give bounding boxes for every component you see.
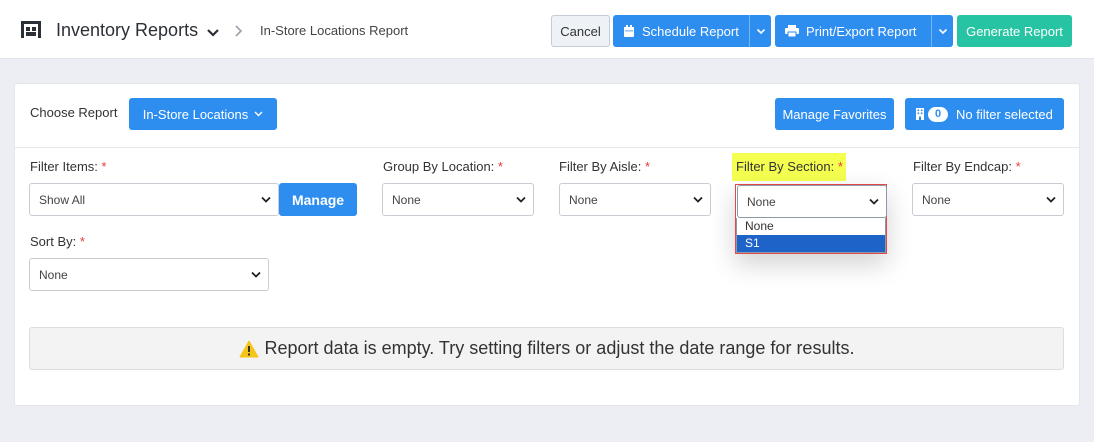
filter-by-section-select[interactable]: None bbox=[737, 185, 887, 218]
chevron-down-icon bbox=[251, 271, 261, 278]
chevron-down-icon bbox=[869, 198, 879, 205]
calendar-icon bbox=[623, 24, 635, 38]
filter-count-badge: 0 bbox=[928, 106, 948, 122]
schedule-dropdown-toggle[interactable] bbox=[749, 15, 771, 47]
filter-items-label: Filter Items: * bbox=[30, 159, 107, 174]
print-export-dropdown-toggle[interactable] bbox=[931, 15, 953, 47]
print-export-button[interactable]: Print/Export Report bbox=[775, 15, 953, 47]
schedule-report-button[interactable]: Schedule Report bbox=[613, 15, 771, 47]
filter-status-button[interactable]: 0 No filter selected bbox=[905, 98, 1064, 130]
filter-by-endcap-select[interactable]: None bbox=[912, 183, 1064, 216]
group-by-location-value: None bbox=[392, 192, 421, 207]
empty-report-message: Report data is empty. Try setting filter… bbox=[29, 327, 1064, 370]
filter-status-text: No filter selected bbox=[956, 106, 1053, 122]
section-options-list: None S1 bbox=[736, 218, 886, 253]
cancel-button[interactable]: Cancel bbox=[551, 15, 610, 47]
sort-by-value: None bbox=[39, 267, 68, 282]
manage-favorites-button[interactable]: Manage Favorites bbox=[775, 98, 894, 130]
chevron-down-icon bbox=[516, 196, 526, 203]
filter-by-aisle-value: None bbox=[569, 192, 598, 207]
app-title[interactable]: Inventory Reports bbox=[56, 20, 198, 41]
panel-divider bbox=[14, 147, 1080, 148]
chevron-down-icon bbox=[254, 111, 263, 117]
empty-report-text: Report data is empty. Try setting filter… bbox=[264, 338, 855, 358]
filter-by-aisle-select[interactable]: None bbox=[559, 183, 711, 216]
filter-by-endcap-value: None bbox=[922, 192, 951, 207]
building-icon bbox=[916, 108, 924, 120]
filter-by-endcap-label: Filter By Endcap: * bbox=[913, 159, 1021, 174]
filter-items-value: Show All bbox=[39, 192, 86, 207]
filter-items-select[interactable]: Show All bbox=[29, 183, 279, 216]
warning-icon bbox=[239, 340, 259, 358]
breadcrumb: In-Store Locations Report bbox=[260, 23, 409, 38]
schedule-report-label: Schedule Report bbox=[642, 23, 739, 39]
selected-report-label: In-Store Locations bbox=[142, 106, 249, 122]
filter-by-section-label: Filter By Section: * bbox=[736, 159, 843, 174]
generate-report-button[interactable]: Generate Report bbox=[957, 15, 1072, 47]
chevron-down-icon bbox=[261, 196, 271, 203]
print-export-label: Print/Export Report bbox=[806, 23, 917, 39]
manage-items-button[interactable]: Manage bbox=[279, 183, 357, 216]
filter-by-aisle-label: Filter By Aisle: * bbox=[559, 159, 651, 174]
choose-report-label: Choose Report bbox=[30, 105, 118, 120]
chevron-down-icon bbox=[693, 196, 703, 203]
choose-report-dropdown[interactable]: In-Store Locations bbox=[129, 98, 277, 130]
chevron-down-icon bbox=[1046, 196, 1056, 203]
sort-by-label: Sort By: * bbox=[30, 234, 85, 249]
section-option-none[interactable]: None bbox=[737, 218, 885, 235]
printer-icon bbox=[785, 25, 799, 37]
chevron-down-icon[interactable] bbox=[206, 25, 220, 37]
section-option-s1[interactable]: S1 bbox=[737, 235, 885, 252]
warehouse-icon bbox=[20, 20, 42, 39]
group-by-location-select[interactable]: None bbox=[382, 183, 534, 216]
sort-by-select[interactable]: None bbox=[29, 258, 269, 291]
group-by-location-label: Group By Location: * bbox=[383, 159, 503, 174]
filter-by-section-value: None bbox=[747, 194, 776, 209]
top-header: Inventory Reports In-Store Locations Rep… bbox=[0, 0, 1094, 59]
chevron-right-icon bbox=[234, 24, 244, 38]
